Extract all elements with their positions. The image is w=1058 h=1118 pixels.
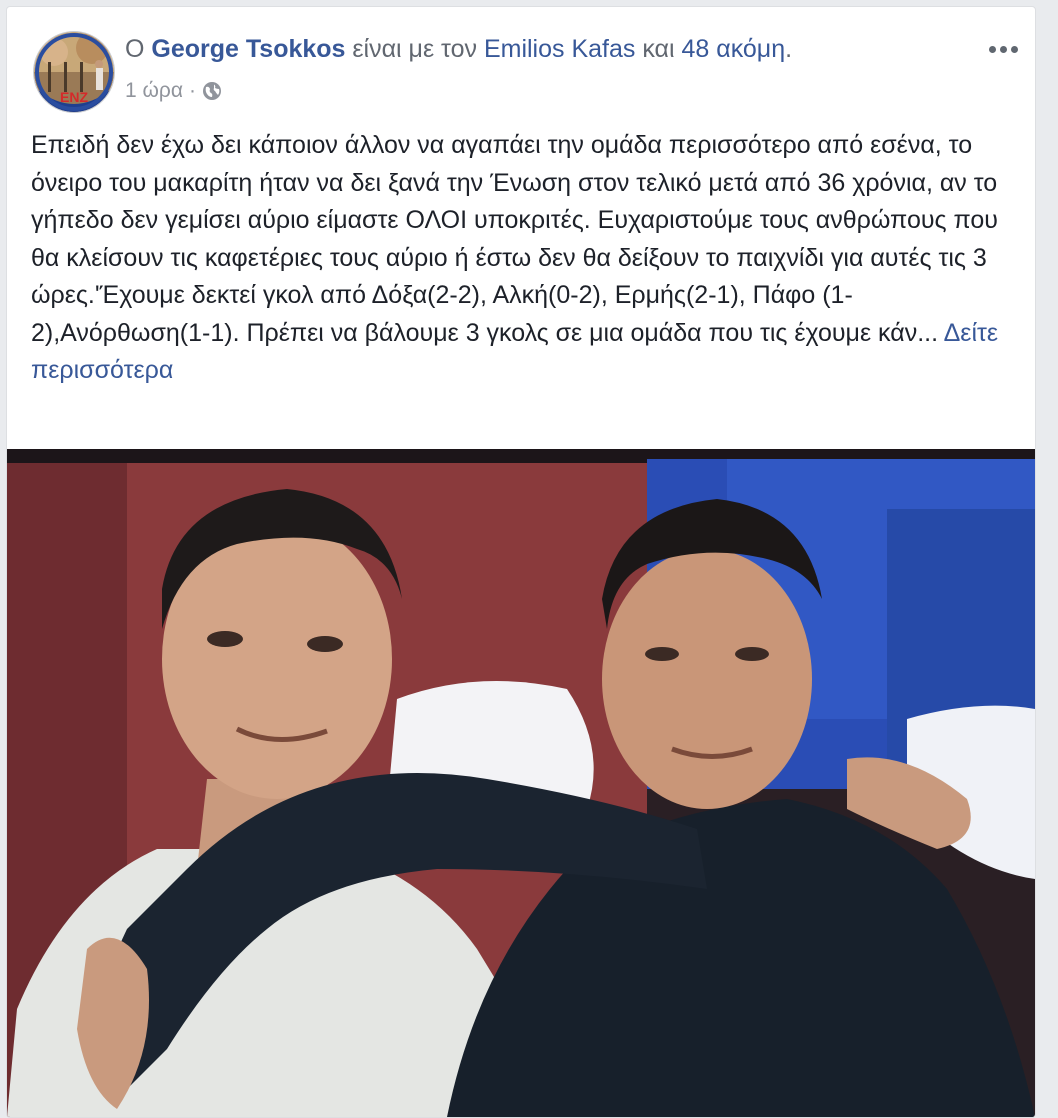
tagged-person-link[interactable]: Emilios Kafas — [484, 35, 635, 63]
avatar-logo-text: ENZ — [60, 89, 88, 105]
timestamp-link[interactable]: 1 ώρα — [125, 79, 183, 103]
post-photo[interactable] — [7, 449, 1035, 1117]
post-text: Επειδή δεν έχω δει κάποιον άλλον να αγαπ… — [31, 127, 1015, 390]
header-suffix: . — [785, 35, 793, 63]
others-link[interactable]: 48 ακόμη — [682, 35, 786, 63]
header-middle: είναι με τον — [352, 35, 477, 63]
header-conjunction: και — [642, 35, 675, 63]
post-meta: 1 ώρα · — [125, 79, 222, 103]
post-header: Ο George Tsokkos είναι με τον Emilios Ka… — [125, 35, 792, 64]
more-options-icon[interactable] — [981, 37, 1025, 61]
author-link[interactable]: George Tsokkos — [151, 35, 345, 63]
profile-avatar[interactable]: ENZ — [33, 31, 115, 113]
header-prefix: Ο — [125, 35, 145, 63]
meta-separator: · — [189, 79, 196, 102]
post-card: ENZ Ο George Tsokkos είναι με τον Emilio… — [6, 6, 1036, 1118]
post-body: Επειδή δεν έχω δει κάποιον άλλον να αγαπ… — [31, 131, 998, 347]
globe-icon[interactable] — [202, 81, 222, 101]
